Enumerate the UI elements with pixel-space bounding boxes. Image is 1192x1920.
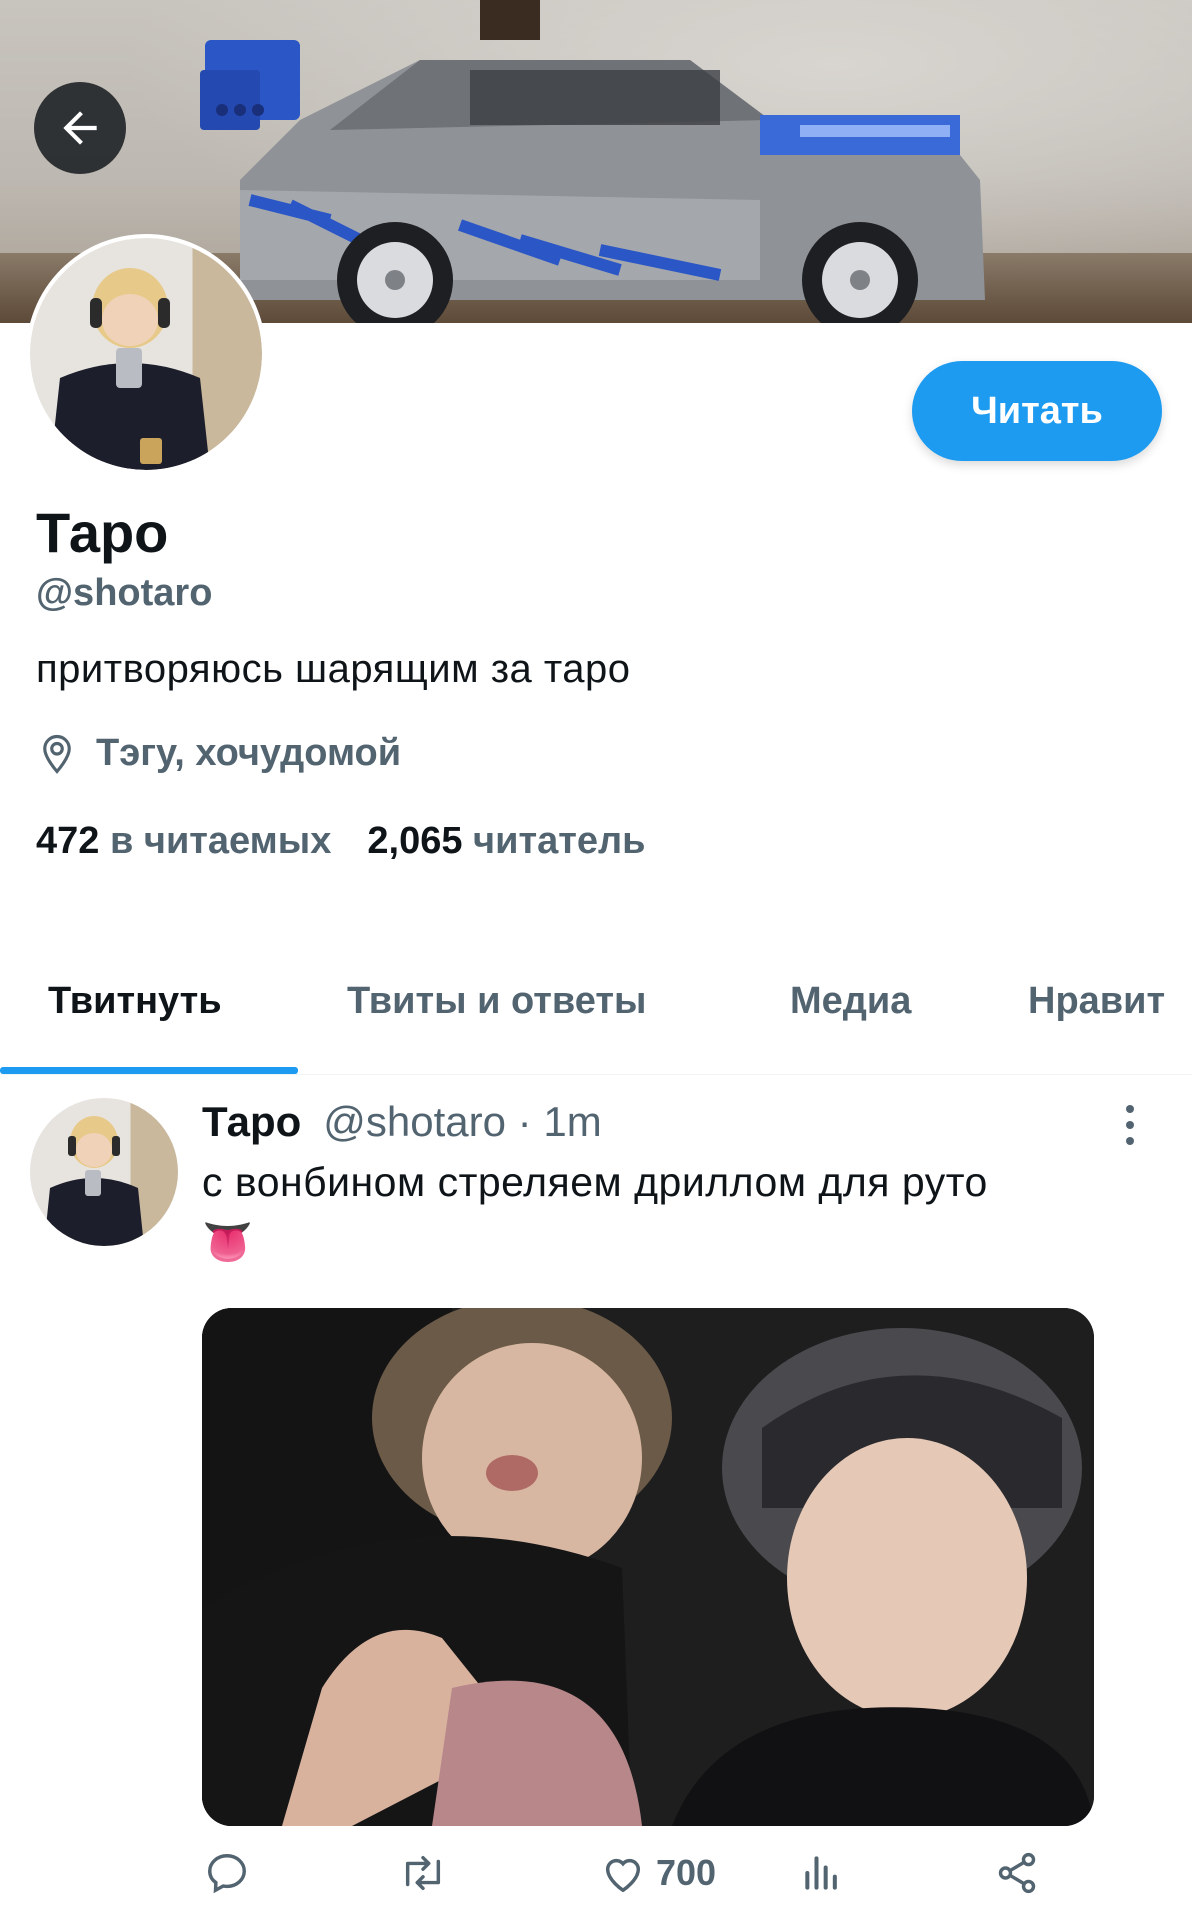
more-options-icon[interactable] [1118,1103,1142,1147]
arrow-left-icon [63,111,97,145]
back-button[interactable] [34,82,126,174]
profile-stats: 472 в читаемых 2,065 читатель [36,820,645,863]
following-label: в читаемых [109,820,332,862]
location-pin-icon [43,734,71,774]
share-button[interactable] [994,1850,1040,1896]
follow-button[interactable]: Читать [912,361,1162,461]
tab-likes[interactable]: Нравит [1028,980,1165,1023]
analytics-button[interactable] [800,1850,844,1896]
reply-icon [208,1854,246,1894]
tweet-actions: 700 [0,1840,1192,1910]
analytics-icon [805,1856,837,1890]
tweet-body: с вонбином стреляем дриллом для руто [202,1159,988,1205]
tweet-meta: @shotaro · 1m [323,1098,602,1145]
tab-media[interactable]: Медиа [790,980,911,1023]
following-count: 472 [36,820,100,862]
tweet-avatar[interactable] [30,1098,178,1246]
share-icon [998,1852,1036,1894]
reply-button[interactable] [204,1850,250,1896]
followers-label: читатель [473,820,646,862]
profile-tabs: Твитнуть Твиты и ответы Медиа Нравит [0,970,1192,1074]
tweet-author-name[interactable]: Таро [202,1098,301,1146]
followers-stat[interactable]: 2,065 читатель [367,820,645,863]
tweet-photo[interactable] [202,1308,1094,1826]
like-count: 700 [656,1852,717,1893]
location-text: Тэгу, хочудомой [96,732,402,774]
active-tab-indicator [0,1067,298,1074]
tab-tweets[interactable]: Твитнуть [48,980,222,1023]
followers-count: 2,065 [367,820,463,862]
profile-avatar[interactable] [26,234,266,474]
tweet-text: с вонбином стреляем дриллом для руто 👅 [202,1152,1132,1272]
profile-name: Таро [36,501,169,564]
tab-tweets-replies[interactable]: Твиты и ответы [347,980,646,1023]
like-button[interactable]: 700 [600,1850,716,1896]
following-stat[interactable]: 472 в читаемых [36,820,331,863]
heart-icon [605,1858,641,1893]
tweet-emoji: 👅 [202,1219,254,1265]
profile-bio: притворяюсь шарящим за таро [36,647,631,691]
retweet-button[interactable] [398,1850,448,1896]
retweet-icon [405,1855,441,1891]
tweet-header: Таро @shotaro · 1m [202,1098,602,1146]
profile-handle: @shotaro [36,572,213,614]
avatar-photo [30,238,262,470]
profile-location: Тэгу, хочудомой [36,732,401,775]
tabs-divider [0,1074,1192,1075]
